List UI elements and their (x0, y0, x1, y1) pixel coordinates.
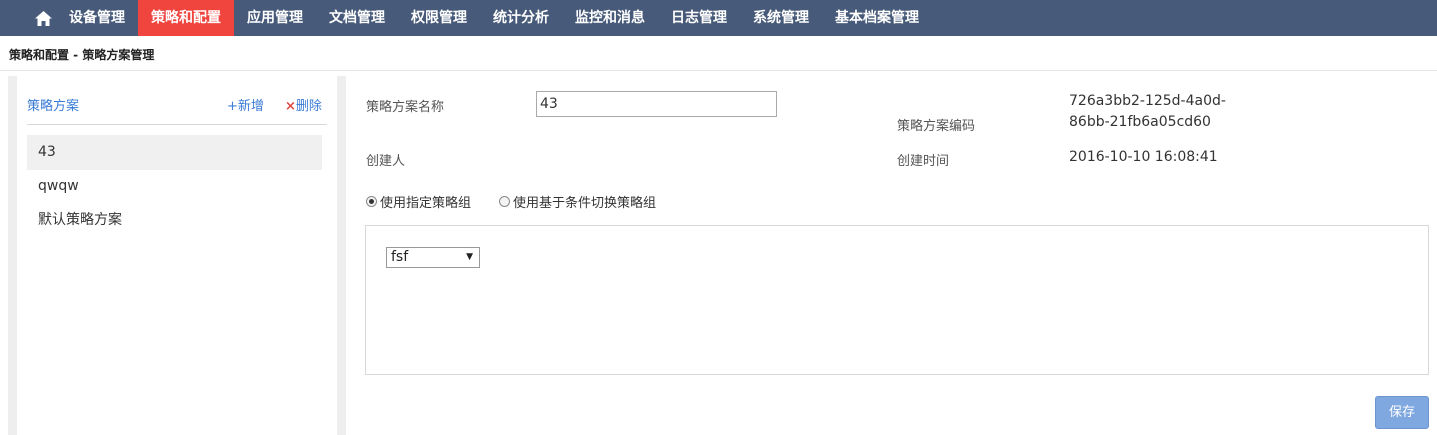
policy-group-panel (365, 225, 1429, 375)
dropdown-arrow-icon: ▼ (466, 252, 473, 262)
created-time-label: 创建时间 (897, 154, 950, 169)
home-icon (34, 10, 52, 26)
list-item[interactable]: qwqw (27, 169, 322, 204)
radio-fixed-policy-group-label: 使用指定策略组 (380, 196, 472, 211)
radio-conditional-policy-group-label: 使用基于条件切换策略组 (513, 196, 657, 211)
plus-icon: + (227, 99, 238, 114)
radio-unchecked-icon (499, 196, 510, 207)
policy-group-select-value: fsf (391, 249, 409, 265)
radio-conditional-policy-group[interactable]: 使用基于条件切换策略组 (499, 192, 656, 211)
breadcrumb: 策略和配置 - 策略方案管理 (9, 48, 155, 62)
scheme-list-title: 策略方案 (27, 99, 80, 114)
home-button[interactable] (0, 0, 56, 36)
delete-scheme-button[interactable]: ×删除 (285, 95, 322, 114)
scheme-code-value-line1: 726a3bb2-125d-4a0d- (1069, 93, 1226, 109)
scheme-name-label: 策略方案名称 (366, 100, 445, 115)
nav-item-monitor[interactable]: 监控和消息 (562, 0, 658, 36)
creator-label: 创建人 (366, 154, 406, 169)
close-icon: × (285, 99, 296, 114)
nav-item-system[interactable]: 系统管理 (740, 0, 822, 36)
save-button[interactable]: 保存 (1375, 396, 1429, 429)
scheme-code-label: 策略方案编码 (897, 119, 976, 134)
nav-item-docs[interactable]: 文档管理 (316, 0, 398, 36)
policy-group-select[interactable]: fsf ▼ (386, 247, 480, 268)
scheme-name-input[interactable] (536, 91, 777, 117)
nav-item-policy[interactable]: 策略和配置 (138, 0, 234, 36)
nav-item-apps[interactable]: 应用管理 (234, 0, 316, 36)
radio-checked-icon (366, 196, 377, 207)
nav-item-logs[interactable]: 日志管理 (658, 0, 740, 36)
add-scheme-button[interactable]: +新增 (227, 95, 264, 114)
breadcrumb-divider (0, 70, 1437, 71)
add-scheme-label: 新增 (237, 99, 264, 114)
nav-item-archives[interactable]: 基本档案管理 (822, 0, 932, 36)
nav-item-device[interactable]: 设备管理 (56, 0, 138, 36)
list-divider (27, 124, 327, 125)
scheme-code-value-line2: 86bb-21fb6a05cd60 (1069, 114, 1211, 130)
nav-item-stats[interactable]: 统计分析 (480, 0, 562, 36)
radio-fixed-policy-group[interactable]: 使用指定策略组 (366, 192, 471, 211)
delete-scheme-label: 删除 (295, 99, 322, 114)
nav-item-permissions[interactable]: 权限管理 (398, 0, 480, 36)
list-item[interactable]: 默认策略方案 (27, 203, 322, 238)
list-item[interactable]: 43 (27, 135, 322, 170)
top-nav: 设备管理 策略和配置 应用管理 文档管理 权限管理 统计分析 监控和消息 日志管… (0, 0, 1437, 36)
left-panel (17, 76, 337, 435)
created-time-value: 2016-10-10 16:08:41 (1069, 149, 1218, 165)
